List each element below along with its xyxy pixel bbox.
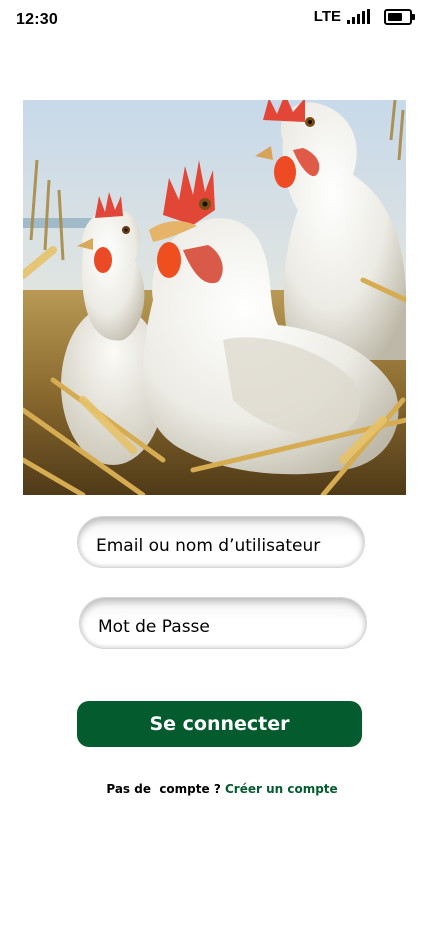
create-account-link[interactable]: Créer un compte xyxy=(225,782,338,796)
login-button[interactable]: Se connecter xyxy=(77,701,362,747)
hens-illustration xyxy=(23,100,406,495)
email-input[interactable] xyxy=(96,517,350,567)
signup-prompt-line: Pas de compte ? Créer un compte xyxy=(0,782,430,796)
status-bar: 12:30 LTE xyxy=(0,0,430,40)
signup-prompt: Pas de compte ? xyxy=(106,782,225,796)
hero-image xyxy=(23,100,406,495)
email-field-container xyxy=(77,516,365,568)
battery-level-fill xyxy=(388,12,402,21)
status-indicators: LTE xyxy=(313,8,415,25)
signal-strength-icon xyxy=(347,9,370,24)
password-input[interactable] xyxy=(98,598,352,648)
network-type: LTE xyxy=(313,8,341,25)
password-field-container xyxy=(79,597,367,649)
battery-icon xyxy=(384,8,415,25)
status-time: 12:30 xyxy=(16,11,58,28)
